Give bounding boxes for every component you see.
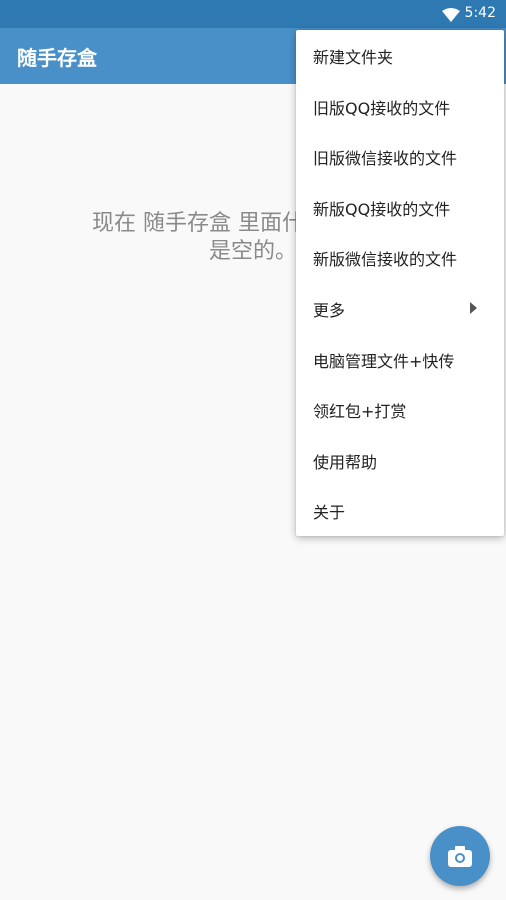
menu-item-old-wechat-files[interactable]: 旧版微信接收的文件: [296, 131, 504, 181]
menu-item-red-packet[interactable]: 领红包+打赏: [296, 384, 504, 434]
menu-item-help[interactable]: 使用帮助: [296, 435, 504, 485]
menu-item-label: 新版微信接收的文件: [313, 250, 458, 270]
menu-item-label: 旧版QQ接收的文件: [313, 98, 451, 118]
camera-icon: [446, 842, 474, 874]
menu-item-label: 电脑管理文件+快传: [313, 351, 455, 371]
submenu-arrow-icon: [470, 302, 477, 314]
camera-fab-button[interactable]: [430, 826, 490, 886]
menu-item-label: 关于: [313, 503, 346, 523]
status-bar: 5:42: [0, 0, 506, 28]
status-time: 5:42: [464, 5, 496, 21]
menu-item-label: 领红包+打赏: [313, 402, 407, 422]
menu-item-label: 新建文件夹: [313, 48, 394, 67]
wifi-icon: [442, 7, 460, 26]
menu-item-label: 更多: [313, 301, 346, 320]
menu-item-pc-transfer[interactable]: 电脑管理文件+快传: [296, 334, 504, 384]
menu-item-old-qq-files[interactable]: 旧版QQ接收的文件: [296, 81, 504, 131]
menu-item-label: 新版QQ接收的文件: [313, 199, 451, 219]
menu-item-new-wechat-files[interactable]: 新版微信接收的文件: [296, 232, 504, 282]
app-title: 随手存盒: [17, 46, 97, 70]
menu-item-new-qq-files[interactable]: 新版QQ接收的文件: [296, 182, 504, 232]
menu-item-new-folder[interactable]: 新建文件夹: [296, 30, 504, 80]
menu-item-more[interactable]: 更多: [296, 283, 504, 333]
menu-item-label: 旧版微信接收的文件: [313, 149, 458, 169]
overflow-menu: 新建文件夹 旧版QQ接收的文件 旧版微信接收的文件 新版QQ接收的文件 新版微信…: [296, 30, 504, 536]
menu-item-about[interactable]: 关于: [296, 485, 504, 535]
menu-item-label: 使用帮助: [313, 452, 378, 472]
